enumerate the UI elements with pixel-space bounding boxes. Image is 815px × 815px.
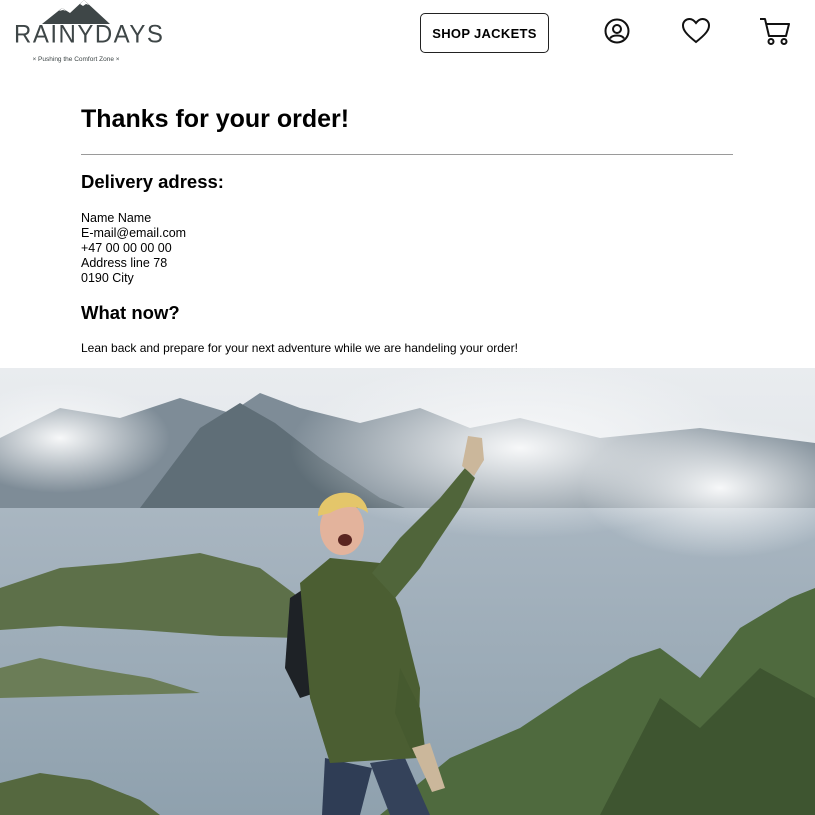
user-circle-icon[interactable]: [601, 15, 633, 47]
delivery-heading: Delivery adress:: [81, 171, 224, 192]
shop-jackets-button[interactable]: SHOP JACKETS: [420, 13, 549, 53]
address-email: E-mail@email.com: [81, 226, 187, 240]
address-name: Name Name: [81, 211, 152, 225]
delivery-address: Name Name E-mail@email.com +47 00 00 00 …: [81, 211, 186, 286]
heart-icon[interactable]: [680, 15, 712, 47]
what-now-text: Lean back and prepare for your next adve…: [81, 341, 518, 355]
logo[interactable]: RAINYDAYS × Pushing the Comfort Zone ×: [14, 0, 165, 68]
site-header: RAINYDAYS × Pushing the Comfort Zone × S…: [0, 0, 815, 72]
logo-wordmark: RAINYDAYS: [14, 20, 165, 49]
divider: [81, 154, 733, 155]
what-now-heading: What now?: [81, 302, 180, 323]
cart-icon[interactable]: [759, 15, 791, 47]
address-street: Address line 78: [81, 256, 168, 270]
logo-tagline: × Pushing the Comfort Zone ×: [32, 56, 120, 63]
hero-image: [0, 368, 815, 815]
address-city: 0190 City: [81, 271, 134, 285]
address-phone: +47 00 00 00 00: [81, 241, 172, 255]
page-title: Thanks for your order!: [81, 105, 350, 133]
